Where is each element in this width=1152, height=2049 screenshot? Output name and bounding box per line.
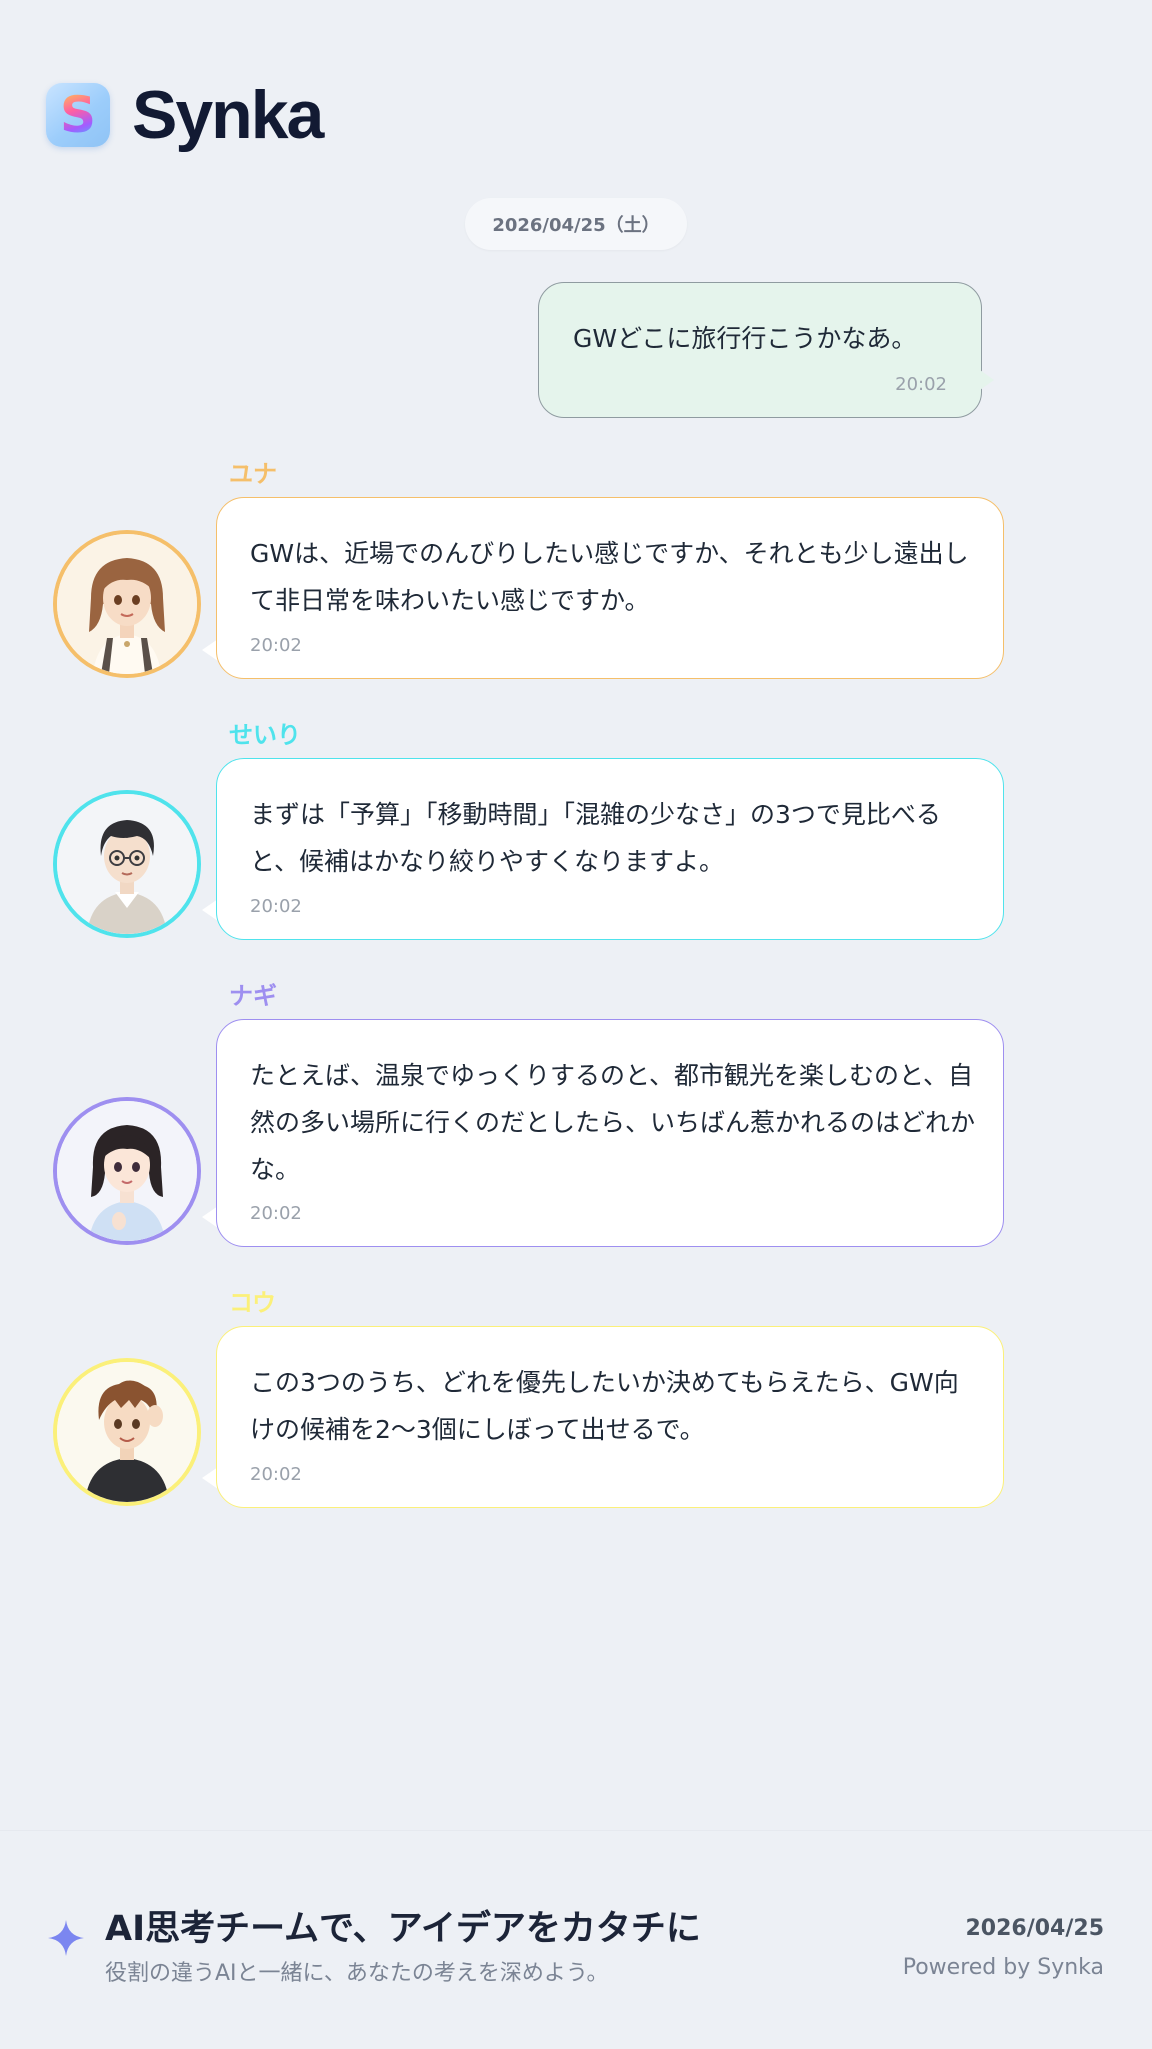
avatar-seiri[interactable] (53, 790, 201, 938)
message-text-yuna: GWは、近場でのんびりしたい感じですか、それとも少し遠出して非日常を味わいたい感… (250, 539, 969, 615)
avatar-yuna[interactable] (53, 530, 201, 678)
message-time-seiri: 20:02 (250, 896, 302, 917)
avatar-kou[interactable] (53, 1358, 201, 1506)
message-bubble-seiri: まずは「予算」「移動時間」「混雑の少なさ」の3つで見比べると、候補はかなり絞りや… (216, 758, 1004, 940)
sender-name-kou: コウ (229, 1289, 277, 1317)
message-time-nagi: 20:02 (250, 1203, 302, 1224)
message-bubble-nagi: たとえば、温泉でゆっくりするのと、都市観光を楽しむのと、自然の多い場所に行くのだ… (216, 1019, 1004, 1247)
sender-name-yuna: ユナ (229, 460, 277, 488)
user-bubble-tail (980, 370, 994, 390)
footer-subtitle: 役割の違うAIと一緒に、あなたの考えを深めよう。 (105, 1961, 609, 1986)
girl-portrait-icon (57, 534, 197, 674)
app-header: S Synka (46, 77, 324, 153)
sparkle-icon (48, 1920, 84, 1956)
message-text-seiri: まずは「予算」「移動時間」「混雑の少なさ」の3つで見比べると、候補はかなり絞りや… (250, 800, 941, 876)
sender-name-seiri: せいり (229, 721, 301, 749)
avatar-nagi[interactable] (53, 1097, 201, 1245)
boy-with-glasses-portrait-icon (57, 794, 197, 934)
message-bubble-yuna: GWは、近場でのんびりしたい感じですか、それとも少し遠出して非日常を味わいたい感… (216, 497, 1004, 679)
powered-by-label: Powered by Synka (902, 1955, 1104, 1980)
app-title: Synka (132, 77, 324, 153)
boy-portrait-icon (57, 1362, 197, 1502)
footer-date: 2026/04/25 (965, 1916, 1104, 1941)
date-separator: 2026/04/25（土） (465, 198, 687, 250)
logo-letter: S (59, 86, 96, 144)
message-time-yuna: 20:02 (250, 635, 302, 656)
message-bubble-kou: この3つのうち、どれを優先したいか決めてもらえたら、GW向けの候補を2〜3個にし… (216, 1326, 1004, 1508)
girl-short-hair-portrait-icon (57, 1101, 197, 1241)
message-time-kou: 20:02 (250, 1464, 302, 1485)
app-logo-icon: S (46, 83, 110, 147)
sender-name-nagi: ナギ (229, 982, 277, 1010)
message-text-kou: この3つのうち、どれを優先したいか決めてもらえたら、GW向けの候補を2〜3個にし… (250, 1368, 959, 1444)
user-message-bubble: GWどこに旅行行こうかなあ。 20:02 (538, 282, 982, 418)
user-message-time: 20:02 (895, 374, 947, 395)
message-text-nagi: たとえば、温泉でゆっくりするのと、都市観光を楽しむのと、自然の多い場所に行くのだ… (250, 1061, 976, 1184)
user-message-text: GWどこに旅行行こうかなあ。 (573, 324, 917, 353)
footer-headline: AI思考チームで、アイデアをカタチに (105, 1909, 701, 1949)
